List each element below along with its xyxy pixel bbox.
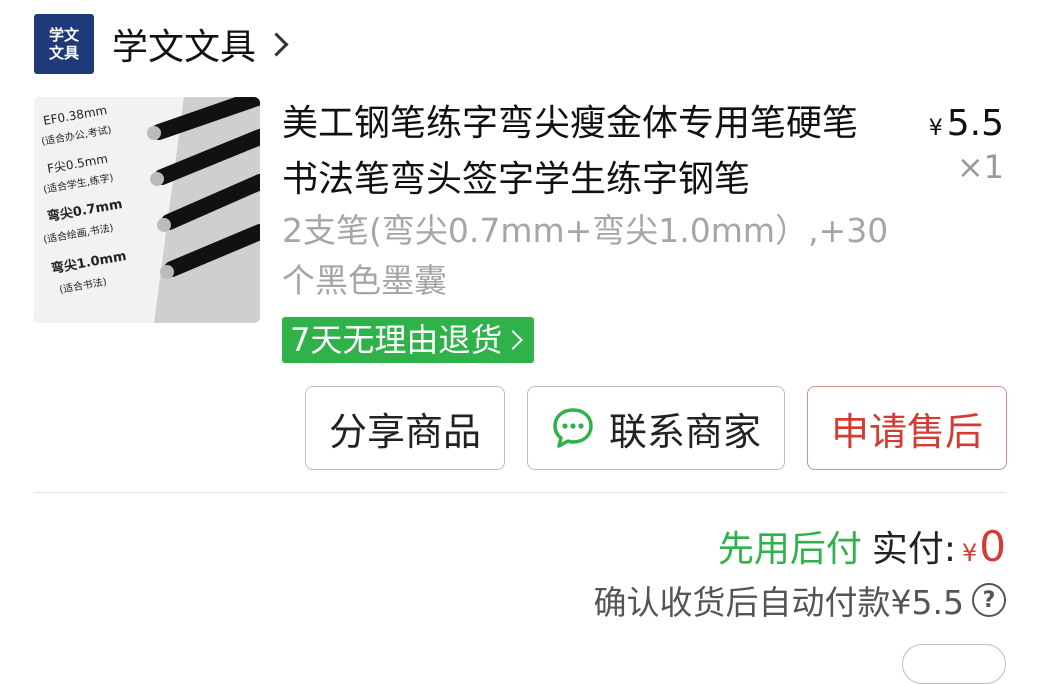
product-thumbnail[interactable]: EF0.38mm (适合办公,考试) F尖0.5mm (适合学生,练字) 弯尖0… bbox=[34, 97, 260, 323]
copy-button[interactable] bbox=[902, 644, 1006, 684]
divider bbox=[34, 492, 1006, 493]
payment-summary: 先用后付 实付: ¥ 0 bbox=[718, 520, 1006, 572]
store-header[interactable]: 学文 文具 学文文具 bbox=[34, 14, 289, 74]
product-variant: 2支笔(弯尖0.7mm+弯尖1.0mm）,+30个黑色墨囊 bbox=[282, 211, 889, 300]
return-policy-label: 7天无理由退货 bbox=[290, 321, 503, 359]
auto-pay-note: 确认收货后自动付款¥5.5 bbox=[593, 583, 964, 622]
product-price: ¥5.5 bbox=[929, 103, 1004, 144]
auto-pay-note-row: 确认收货后自动付款¥5.5 ? bbox=[594, 576, 1006, 624]
store-logo-line2: 文具 bbox=[48, 44, 79, 62]
price-symbol: ¥ bbox=[928, 116, 943, 141]
chat-bubble-icon bbox=[553, 408, 593, 448]
product-quantity: ×1 bbox=[956, 148, 1004, 186]
after-sale-button[interactable]: 申请售后 bbox=[807, 386, 1007, 470]
store-name[interactable]: 学文文具 bbox=[112, 18, 256, 70]
product-title[interactable]: 美工钢笔练字弯尖瘦金体专用笔硬笔书法笔弯头签字学生练字钢笔 bbox=[282, 96, 882, 208]
store-logo: 学文 文具 bbox=[34, 14, 94, 74]
question-circle-icon[interactable]: ? bbox=[972, 583, 1006, 617]
pay-later-label: 先用后付 bbox=[717, 529, 862, 570]
share-product-button[interactable]: 分享商品 bbox=[305, 386, 505, 470]
paid-label: 实付: bbox=[871, 529, 956, 570]
return-policy-badge[interactable]: 7天无理由退货 bbox=[282, 317, 535, 363]
contact-seller-button[interactable]: 联系商家 bbox=[527, 386, 785, 470]
chevron-right-icon[interactable] bbox=[264, 31, 289, 57]
after-sale-label: 申请售后 bbox=[830, 409, 983, 454]
contact-seller-label: 联系商家 bbox=[608, 409, 761, 454]
paid-currency-symbol: ¥ bbox=[961, 539, 978, 567]
paid-amount: 0 bbox=[979, 522, 1006, 571]
price-value: 5.5 bbox=[946, 103, 1004, 144]
chevron-right-icon bbox=[503, 330, 524, 350]
store-logo-line1: 学文 bbox=[48, 26, 79, 44]
share-product-label: 分享商品 bbox=[328, 409, 481, 454]
